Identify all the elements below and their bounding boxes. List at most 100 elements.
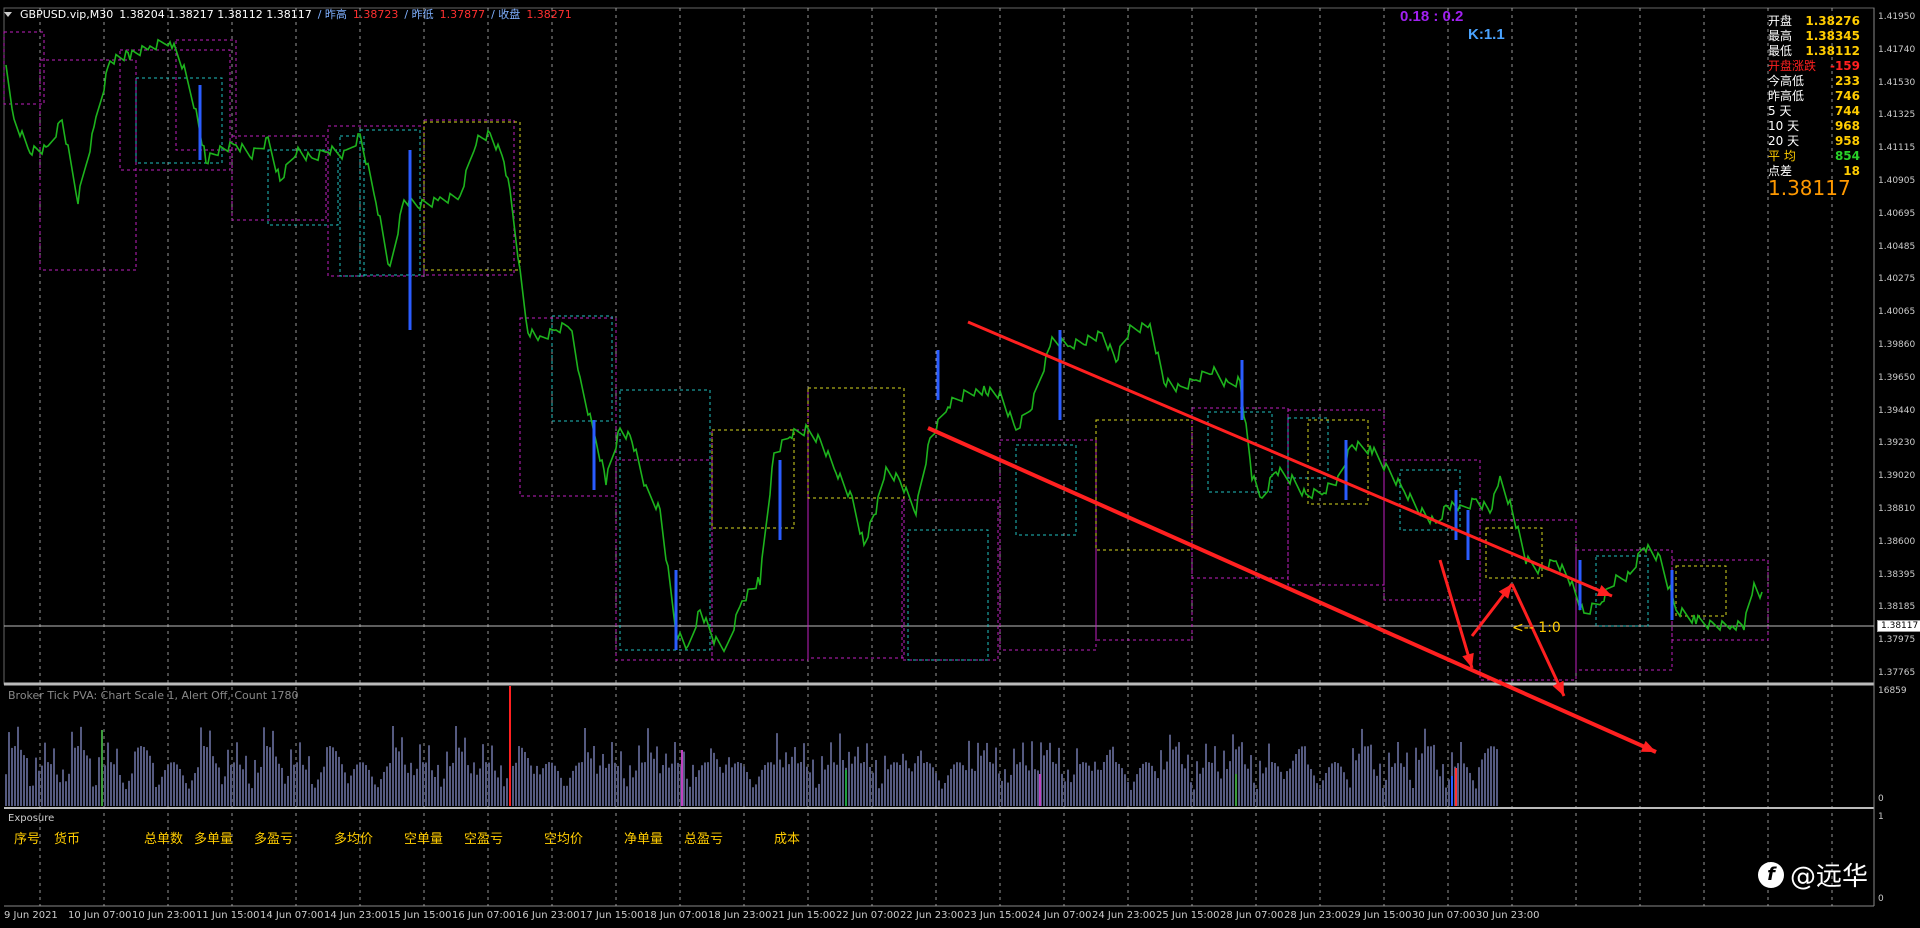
exposure-col-header: 多单量 [194, 832, 234, 847]
exposure-col-header: 净单量 [624, 832, 664, 847]
price-tick: 1.39650 [1878, 372, 1916, 383]
volume-axis-bottom: 0 [1878, 794, 1884, 804]
price-tick: 1.37975 [1878, 635, 1916, 646]
price-tick: 1.41325 [1878, 110, 1916, 121]
time-tick: 24 Jun 07:00 [1028, 910, 1092, 921]
time-tick: 22 Jun 23:00 [900, 910, 964, 921]
stat-value: 1.38276 [1805, 14, 1860, 28]
price-series [5, 38, 1763, 654]
exposure-col-header: 成本 [774, 832, 801, 847]
range-box [1675, 565, 1727, 617]
range-box [519, 317, 617, 497]
stat-value: 746 [1834, 89, 1860, 103]
price-tick: 1.40905 [1878, 176, 1916, 186]
stat-label: 开盘涨跌 [1768, 59, 1817, 73]
range-box [615, 459, 713, 661]
stat-value: 1.38112 [1805, 44, 1860, 58]
ratio-value: 0.18 : 0.2 [1400, 8, 1464, 25]
exposure-col-header: 序号 [14, 832, 41, 847]
price-chart[interactable] [0, 0, 1920, 928]
time-tick: 30 Jun 07:00 [1412, 910, 1476, 921]
exposure-col-header: 空盈亏 [464, 832, 504, 847]
time-tick: 18 Jun 23:00 [708, 910, 772, 921]
stat-label: 20 天 [1768, 134, 1800, 148]
trend-arrow [1510, 583, 1566, 697]
main-frame [3, 7, 1875, 685]
close-label: / 收盘 [491, 8, 521, 21]
stat-label: 开盘 [1768, 14, 1793, 28]
price-tick: 1.38395 [1878, 569, 1916, 580]
time-tick: 9 Jun 2021 [4, 910, 58, 921]
time-tick: 25 Jun 15:00 [1156, 910, 1220, 921]
price-tick: 1.39020 [1878, 471, 1916, 482]
range-box [807, 387, 905, 499]
time-tick: 22 Jun 07:00 [836, 910, 900, 921]
range-box [901, 499, 999, 661]
price-tick: 1.40065 [1878, 307, 1916, 318]
prev-low-value: 1.37877 [439, 7, 486, 21]
range-box [1479, 519, 1577, 681]
range-box [1207, 411, 1273, 493]
chart-header: GBPUSD.vip,M30 1.38204 1.38217 1.38112 1… [4, 4, 572, 24]
time-tick: 29 Jun 15:00 [1348, 910, 1412, 921]
time-tick: 28 Jun 07:00 [1220, 910, 1284, 921]
exposure-col-header: 货币 [54, 832, 81, 847]
time-tick: 16 Jun 23:00 [516, 910, 580, 921]
trend-arrow [1438, 559, 1474, 669]
price-tick: 1.37765 [1878, 668, 1916, 678]
stat-value: -159 [1829, 59, 1860, 73]
price-tick: 1.40275 [1878, 274, 1916, 285]
exposure-col-header: 多均价 [334, 832, 374, 847]
prev-high-value: 1.38723 [352, 7, 399, 21]
time-tick: 11 Jun 15:00 [196, 910, 260, 921]
stat-label: 5 天 [1768, 104, 1792, 118]
time-tick: 10 Jun 23:00 [132, 910, 196, 921]
stat-label: 今高低 [1768, 74, 1805, 88]
prev-high-label: / 昨高 [317, 8, 347, 21]
stat-row: 平 均 854 [1768, 149, 1860, 164]
price-tick: 1.41950 [1878, 12, 1916, 22]
time-tick: 17 Jun 15:00 [580, 910, 644, 921]
volume-axis-top: 16859 [1878, 686, 1907, 696]
stat-value: 744 [1834, 104, 1860, 118]
exposure-axis-bottom: 0 [1878, 894, 1884, 904]
trend-arrow [967, 320, 1613, 598]
stat-value: 233 [1834, 74, 1860, 88]
range-box [175, 39, 237, 151]
range-box [1287, 409, 1385, 586]
range-box [1095, 419, 1193, 641]
price-tick: 1.38600 [1878, 536, 1916, 547]
range-box [807, 387, 905, 659]
price-tick: 1.39860 [1878, 340, 1916, 350]
prev-low-label: / 昨低 [404, 8, 434, 21]
time-tick: 14 Jun 07:00 [260, 910, 324, 921]
stat-row: 今高低 233 [1768, 74, 1860, 89]
price-tick: 1.39230 [1878, 438, 1916, 449]
current-price-tag: 1.38117 [1877, 620, 1920, 632]
stat-current-price: 1.38117 [1768, 176, 1851, 200]
exposure-col-header: 总单数 [144, 832, 184, 847]
price-tick: 1.38810 [1878, 504, 1916, 514]
stat-label: 平 均 [1768, 149, 1796, 163]
stat-value: 958 [1834, 134, 1860, 148]
range-box [423, 119, 515, 276]
stat-row: 最低 1.38112 [1768, 44, 1860, 59]
stat-row: 开盘涨跌 -159 [1768, 59, 1860, 74]
price-tick: 1.39440 [1878, 405, 1916, 416]
range-box [551, 315, 613, 422]
range-box [619, 389, 711, 651]
watermark-text: @远华 [1790, 862, 1869, 892]
exposure-title: Exposure [8, 813, 55, 824]
chevron-down-icon[interactable] [4, 11, 12, 17]
range-box [907, 529, 989, 661]
stat-row: 昨高低 746 [1768, 89, 1860, 104]
time-tick: 10 Jun 07:00 [68, 910, 132, 921]
time-tick: 16 Jun 07:00 [452, 910, 516, 921]
time-tick: 21 Jun 15:00 [772, 910, 836, 921]
stat-row: 10 天 968 [1768, 119, 1860, 134]
time-tick: 23 Jun 15:00 [964, 910, 1028, 921]
range-box [423, 121, 521, 271]
time-tick: 18 Jun 07:00 [644, 910, 708, 921]
ratio-info: 0.18 : 0.2 K:1.1 [1400, 8, 1505, 43]
time-tick: 30 Jun 23:00 [1476, 910, 1540, 921]
